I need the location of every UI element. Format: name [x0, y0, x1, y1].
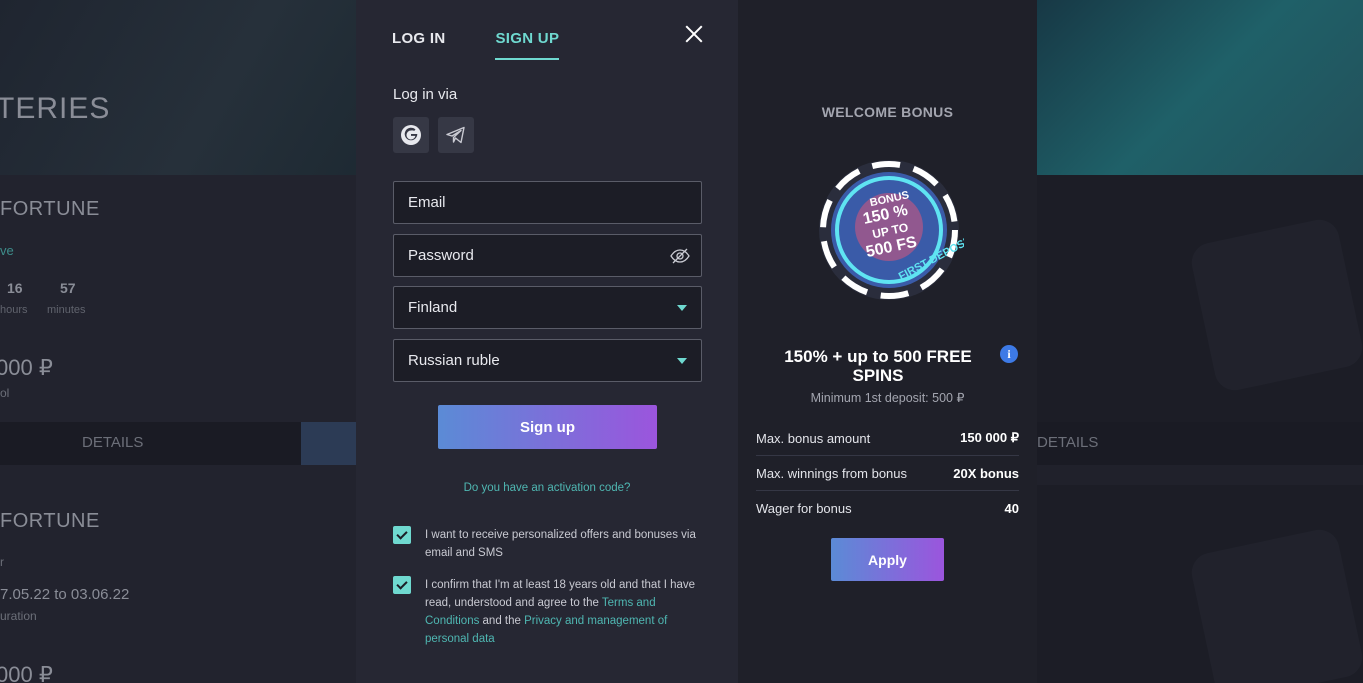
prize-pool: 000 ₽: [0, 355, 53, 380]
age-terms-label: I confirm that I'm at least 18 years old…: [425, 576, 710, 648]
bonus-term-label: Wager for bonus: [756, 501, 852, 516]
info-icon[interactable]: i: [1000, 345, 1018, 363]
telegram-login-button[interactable]: [438, 117, 474, 153]
minimum-deposit: Minimum 1st deposit: 500 ₽: [810, 391, 965, 405]
tab-log-in[interactable]: LOG IN: [392, 30, 445, 60]
slot-machine-image-2: [1188, 526, 1363, 683]
details-bar: DETAILS: [0, 422, 356, 465]
lottery-dates-label: uration: [0, 609, 37, 623]
lotteries-hero: [0, 0, 356, 175]
auth-modal: LOG IN SIGN UP Log in via Finland Russia…: [356, 0, 738, 683]
lottery-title-2: FORTUNE: [0, 510, 100, 532]
currency-select-value: Russian ruble: [408, 352, 500, 369]
prize-pool-label: ol: [0, 386, 10, 400]
auth-tabs: LOG IN SIGN UP: [392, 30, 560, 60]
country-select[interactable]: Finland: [393, 286, 702, 329]
timer-hours-unit: hours: [0, 304, 28, 316]
bonus-term-row: Max. bonus amount 150 000 ₽: [756, 421, 1019, 456]
participate-button[interactable]: [301, 422, 356, 465]
section-title: TERIES: [0, 92, 111, 125]
offers-consent-label: I want to receive personalized offers an…: [425, 529, 696, 559]
bonus-term-value: 40: [1004, 501, 1019, 516]
bonus-chip-image: BONUS 150 % UP TO 500 FS FIRST DEPOSIT: [819, 160, 964, 300]
welcome-bonus-heading: WELCOME BONUS: [821, 104, 954, 120]
lottery-card-image: [1037, 175, 1363, 422]
bonus-terms-table: Max. bonus amount 150 000 ₽ Max. winning…: [756, 421, 1019, 526]
bonus-term-row: Wager for bonus 40: [756, 491, 1019, 526]
email-input[interactable]: [408, 194, 648, 211]
chevron-down-icon: [677, 305, 687, 311]
details-button-right[interactable]: DETAILS: [1037, 434, 1098, 451]
background-right-column: DETAILS: [1037, 0, 1363, 683]
right-hero: [1037, 0, 1363, 175]
google-icon: [401, 125, 421, 145]
timer-minutes-value: 57: [60, 280, 76, 296]
prize-pool-2: 000 ₽: [0, 662, 53, 683]
login-via-label: Log in via: [393, 86, 458, 103]
background-left-column: TERIES FORTUNE ve 16 hours 57 minutes 00…: [0, 0, 356, 683]
lottery-status: ve: [0, 243, 14, 258]
password-field[interactable]: [393, 234, 702, 277]
telegram-icon: [446, 126, 465, 144]
eye-off-icon[interactable]: [669, 246, 691, 266]
tab-sign-up[interactable]: SIGN UP: [495, 30, 560, 60]
password-input[interactable]: [408, 247, 648, 264]
details-bar-right: DETAILS: [1037, 422, 1363, 465]
bonus-term-label: Max. bonus amount: [756, 430, 871, 446]
sign-up-button[interactable]: Sign up: [438, 405, 657, 449]
bonus-offer-title: 150% + up to 500 FREE SPINS: [784, 347, 972, 385]
country-select-value: Finland: [408, 299, 458, 316]
lottery-sub-2: r: [0, 555, 4, 569]
activation-code-link[interactable]: Do you have an activation code?: [356, 482, 738, 494]
age-terms-text-mid: and the: [479, 615, 525, 627]
timer-hours-value: 16: [7, 280, 23, 296]
bonus-term-value: 20X bonus: [953, 465, 1019, 481]
bonus-term-value: 150 000 ₽: [960, 430, 1019, 445]
currency-select[interactable]: Russian ruble: [393, 339, 702, 382]
welcome-bonus-panel: WELCOME BONUS BONUS 150 % UP TO 500 FS F…: [738, 0, 1037, 683]
slot-machine-image: [1188, 216, 1363, 394]
apply-bonus-button[interactable]: Apply: [831, 538, 944, 581]
offers-consent-checkbox[interactable]: [393, 526, 411, 544]
timer-minutes-unit: minutes: [47, 304, 86, 316]
close-icon[interactable]: [682, 22, 706, 46]
age-terms-checkbox[interactable]: [393, 576, 411, 594]
lottery-card-image-2: [1037, 485, 1363, 683]
details-button[interactable]: DETAILS: [82, 434, 143, 451]
email-field[interactable]: [393, 181, 702, 224]
chevron-down-icon: [677, 358, 687, 364]
lottery-title: FORTUNE: [0, 198, 100, 220]
google-login-button[interactable]: [393, 117, 429, 153]
lottery-dates: 7.05.22 to 03.06.22: [0, 586, 130, 603]
bonus-term-row: Max. winnings from bonus 20X bonus: [756, 456, 1019, 491]
bonus-term-label: Max. winnings from bonus: [756, 465, 908, 481]
